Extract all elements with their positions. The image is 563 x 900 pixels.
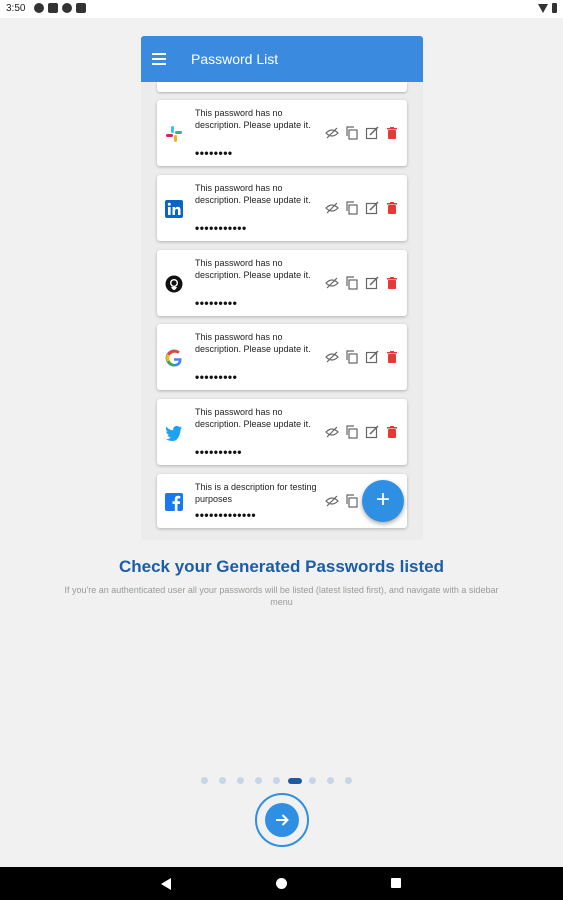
masked-password: ••••••••••	[195, 445, 243, 459]
hide-visibility-icon[interactable]	[325, 201, 339, 215]
copy-icon[interactable]	[345, 201, 359, 215]
copy-icon[interactable]	[345, 276, 359, 290]
page-dot[interactable]	[327, 777, 334, 784]
password-description: This is a description for testing purpos…	[195, 482, 317, 504]
notification-a-icon	[34, 3, 44, 13]
delete-icon[interactable]	[385, 126, 399, 140]
edit-icon[interactable]	[365, 201, 379, 215]
home-icon[interactable]	[276, 878, 287, 889]
linkedin-icon	[165, 200, 183, 218]
slack-icon	[166, 126, 182, 142]
google-icon	[165, 349, 182, 367]
notification-d-icon	[76, 3, 86, 13]
hide-visibility-icon[interactable]	[325, 425, 339, 439]
password-card[interactable]: This password has no description. Please…	[157, 250, 407, 316]
delete-icon[interactable]	[385, 276, 399, 290]
password-description: This password has no description. Please…	[195, 108, 311, 130]
page-indicator	[0, 776, 563, 786]
app-title: Password List	[191, 51, 279, 67]
password-card[interactable]: This password has no description. Please…	[157, 100, 407, 166]
arrow-right-icon	[276, 814, 289, 826]
status-bar: 3:50	[0, 0, 563, 18]
edit-icon[interactable]	[365, 350, 379, 364]
hide-visibility-icon[interactable]	[325, 350, 339, 364]
edit-icon[interactable]	[365, 425, 379, 439]
page-dot[interactable]	[237, 777, 244, 784]
password-card[interactable]: This password has no description. Please…	[157, 399, 407, 465]
password-card[interactable]: This password has no description. Please…	[157, 175, 407, 241]
hide-visibility-icon[interactable]	[325, 126, 339, 140]
password-description: This password has no description. Please…	[195, 183, 311, 205]
edit-icon[interactable]	[365, 126, 379, 140]
page-dot-active[interactable]	[288, 778, 302, 784]
masked-password: •••••••••••	[195, 221, 247, 235]
password-card[interactable]: This password has no description. Please…	[157, 324, 407, 390]
next-button[interactable]	[265, 803, 299, 837]
password-description: This password has no description. Please…	[195, 258, 311, 280]
notification-b-icon	[48, 3, 58, 13]
copy-icon[interactable]	[345, 350, 359, 364]
hide-visibility-icon[interactable]	[325, 494, 339, 508]
list-item-partial	[157, 82, 407, 92]
password-description: This password has no description. Please…	[195, 407, 311, 429]
wifi-icon	[538, 3, 548, 13]
menu-icon[interactable]	[152, 53, 166, 65]
facebook-icon	[165, 493, 183, 511]
page-dot[interactable]	[219, 777, 226, 784]
app-preview: Password List This password has no descr…	[141, 36, 423, 540]
page-dot[interactable]	[201, 777, 208, 784]
page-dot[interactable]	[345, 777, 352, 784]
masked-password: •••••••••••••	[195, 508, 257, 522]
notification-c-icon	[62, 3, 72, 13]
hide-visibility-icon[interactable]	[325, 276, 339, 290]
masked-password: ••••••••	[195, 146, 233, 160]
app-bar: Password List	[141, 36, 423, 82]
page-dot[interactable]	[309, 777, 316, 784]
page-dot[interactable]	[255, 777, 262, 784]
page-dot[interactable]	[273, 777, 280, 784]
delete-icon[interactable]	[385, 201, 399, 215]
github-icon	[165, 275, 183, 293]
copy-icon[interactable]	[345, 126, 359, 140]
masked-password: •••••••••	[195, 370, 238, 384]
masked-password: •••••••••	[195, 296, 238, 310]
twitter-icon	[165, 425, 182, 442]
recent-apps-icon[interactable]	[391, 878, 401, 888]
onboarding-title: Check your Generated Passwords listed	[118, 557, 444, 576]
status-time: 3:50	[6, 3, 26, 14]
delete-icon[interactable]	[385, 425, 399, 439]
edit-icon[interactable]	[365, 276, 379, 290]
copy-icon[interactable]	[345, 425, 359, 439]
add-password-button[interactable]: +	[362, 480, 404, 522]
back-icon[interactable]	[161, 878, 171, 890]
status-icons	[34, 3, 86, 13]
onboarding-description: If you're an authenticated user all your…	[64, 585, 499, 607]
copy-icon[interactable]	[345, 494, 359, 508]
system-nav-bar	[0, 867, 563, 900]
delete-icon[interactable]	[385, 350, 399, 364]
battery-icon	[552, 3, 557, 13]
password-description: This password has no description. Please…	[195, 332, 311, 354]
